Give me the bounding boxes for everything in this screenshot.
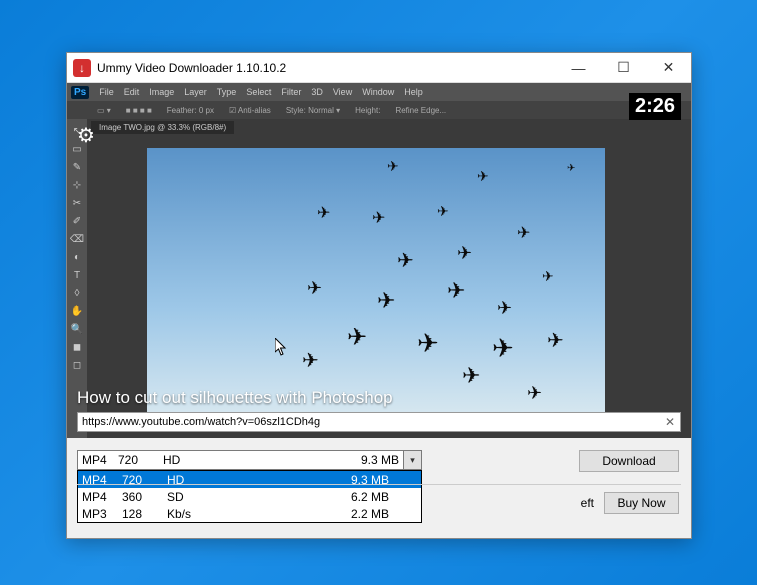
divider <box>77 484 681 485</box>
format-option[interactable]: MP3 128 Kb/s 2.2 MB <box>78 505 421 522</box>
photoshop-doc-tab: Image TWO.jpg @ 33.3% (RGB/8#) <box>91 121 234 134</box>
photoshop-logo: Ps <box>71 86 89 99</box>
format-select-display[interactable]: MP4 720 HD 9.3 MB ▾ <box>77 450 422 470</box>
trial-row: eft Buy Now <box>581 492 679 514</box>
app-window: ↓ Ummy Video Downloader 1.10.10.2 — ☐ ✕ … <box>66 52 692 539</box>
app-icon: ↓ <box>73 59 91 77</box>
buy-now-button[interactable]: Buy Now <box>604 492 679 514</box>
format-option[interactable]: MP4 360 SD 6.2 MB <box>78 488 421 505</box>
photoshop-menubar: Ps File Edit Image Layer Type Select Fil… <box>67 83 691 101</box>
clear-url-icon[interactable]: ✕ <box>660 415 680 429</box>
video-title: How to cut out silhouettes with Photosho… <box>77 388 393 408</box>
mouse-cursor-icon <box>275 338 287 356</box>
url-bar: ✕ <box>77 412 681 432</box>
format-dropdown: MP4 720 HD 9.3 MB MP4 360 SD 6.2 MB MP3 … <box>77 470 422 523</box>
video-duration: 2:26 <box>629 93 681 120</box>
photoshop-optionsbar: ▭ ▾ ■ ■ ■ ■ Feather: 0 px ☑ Anti-alias S… <box>67 101 691 119</box>
trial-label: eft <box>581 496 594 510</box>
close-button[interactable]: ✕ <box>646 53 691 83</box>
controls-area: MP4 720 HD 9.3 MB ▾ MP4 720 HD 9.3 MB MP… <box>67 438 691 538</box>
download-button[interactable]: Download <box>579 450 679 472</box>
chevron-down-icon[interactable]: ▾ <box>403 451 421 469</box>
window-controls: — ☐ ✕ <box>556 53 691 83</box>
format-option[interactable]: MP4 720 HD 9.3 MB <box>78 471 421 488</box>
maximize-button[interactable]: ☐ <box>601 53 646 83</box>
minimize-button[interactable]: — <box>556 53 601 83</box>
format-selector: MP4 720 HD 9.3 MB ▾ MP4 720 HD 9.3 MB MP… <box>77 450 422 523</box>
url-input[interactable] <box>78 416 660 428</box>
video-preview: Ps File Edit Image Layer Type Select Fil… <box>67 83 691 438</box>
settings-gear-icon[interactable]: ⚙ <box>77 123 95 148</box>
titlebar: ↓ Ummy Video Downloader 1.10.10.2 — ☐ ✕ <box>67 53 691 83</box>
window-title: Ummy Video Downloader 1.10.10.2 <box>97 61 556 75</box>
video-canvas: ✈ ✈ ✈ ✈ ✈ ✈ ✈ ✈ ✈ ✈ ✈ ✈ ✈ ✈ ✈ ✈ ✈ ✈ ✈ ✈ … <box>147 148 605 418</box>
